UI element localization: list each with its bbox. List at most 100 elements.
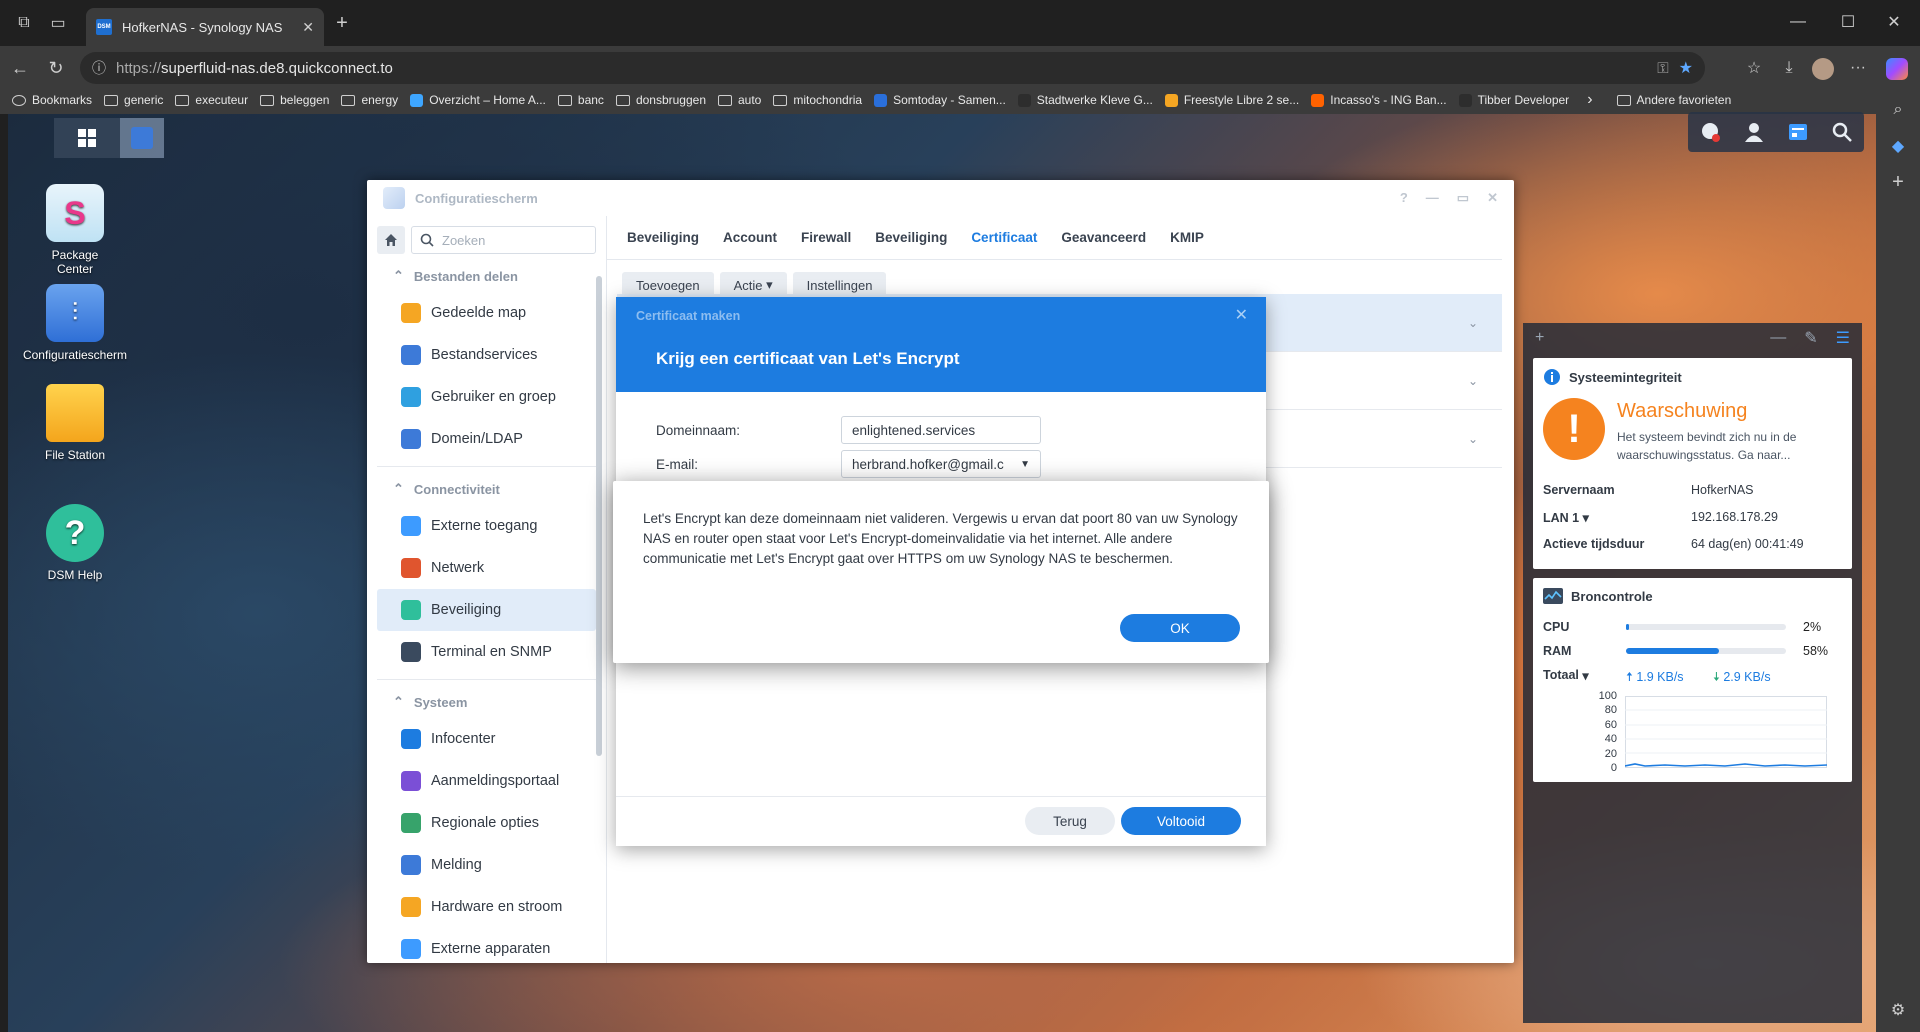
favorites-icon[interactable]: ☆ xyxy=(1740,54,1768,82)
workspaces-icon[interactable]: ⧉ xyxy=(10,9,38,37)
favorite-star-icon[interactable]: ★ xyxy=(1679,58,1693,78)
ok-button[interactable]: OK xyxy=(1120,614,1240,642)
bookmark-item[interactable]: Tibber Developer xyxy=(1458,93,1569,107)
notifications-icon[interactable] xyxy=(1696,118,1724,146)
help-icon[interactable]: ? xyxy=(1400,190,1408,206)
bookmark-item[interactable]: banc xyxy=(557,93,604,107)
bookmark-item[interactable]: donsbruggen xyxy=(615,93,706,107)
tab-geavanceerd[interactable]: Geavanceerd xyxy=(1061,216,1146,260)
bookmark-item[interactable]: Overzicht – Home A... xyxy=(410,93,546,107)
desktop-icon-control-panel[interactable]: ⫶ Configuratiescherm xyxy=(15,284,135,362)
tab-kmip[interactable]: KMIP xyxy=(1170,216,1204,260)
chevron-down-icon[interactable]: ⌄ xyxy=(1468,374,1478,388)
home-button[interactable] xyxy=(377,226,405,254)
close-tab-icon[interactable]: ✕ xyxy=(302,19,314,36)
sidebar-item-gedeelde-map[interactable]: Gedeelde map xyxy=(377,292,596,334)
sidebar-item-hardware-en-stroom[interactable]: Hardware en stroom xyxy=(377,886,596,928)
reload-icon[interactable]: ↻ xyxy=(42,54,70,82)
site-info-icon[interactable]: ⓘ xyxy=(92,58,106,78)
new-tab-icon[interactable]: + xyxy=(328,9,356,37)
more-menu-icon[interactable]: ··· xyxy=(1844,54,1872,82)
wizard-close-icon[interactable]: ✕ xyxy=(1235,305,1248,325)
sidebar-item-externe-apparaten[interactable]: Externe apparaten xyxy=(377,928,596,963)
bookmarks-overflow-icon[interactable]: › xyxy=(1587,91,1592,109)
sidebar-item-infocenter[interactable]: Infocenter xyxy=(377,718,596,760)
sidebar-item-externe-toegang[interactable]: Externe toegang xyxy=(377,505,596,547)
copilot-icon[interactable] xyxy=(1886,58,1908,80)
add-widget-icon[interactable]: + xyxy=(1535,329,1544,347)
sidebar-item-regionale-opties[interactable]: Regionale opties xyxy=(377,802,596,844)
sidebar-item-gebruiker-en-groep[interactable]: Gebruiker en groep xyxy=(377,376,596,418)
back-icon[interactable]: ← xyxy=(6,54,34,82)
sidebar-scrollbar[interactable] xyxy=(596,276,602,756)
sidebar-section-header[interactable]: ⌃ Bestanden delen xyxy=(367,260,606,292)
chevron-down-icon[interactable]: ⌄ xyxy=(1468,432,1478,446)
bookmark-item[interactable]: generic xyxy=(104,93,163,107)
sidebar-item-aanmeldingsportaal[interactable]: Aanmeldingsportaal xyxy=(377,760,596,802)
user-icon[interactable] xyxy=(1740,118,1768,146)
sidebar-item-melding[interactable]: Melding xyxy=(377,844,596,886)
tab-beveiliging[interactable]: Beveiliging xyxy=(875,216,947,260)
tab-certificaat[interactable]: Certificaat xyxy=(971,216,1037,260)
profile-avatar[interactable] xyxy=(1812,58,1834,80)
sidebar-item-netwerk[interactable]: Netwerk xyxy=(377,547,596,589)
minimize-icon[interactable]: — xyxy=(1426,190,1439,206)
sidebar-item-beveiliging[interactable]: Beveiliging xyxy=(377,589,596,631)
maximize-window-icon[interactable]: ☐ xyxy=(1834,8,1862,36)
total-selector[interactable]: Totaal ▾ xyxy=(1543,668,1589,683)
bookmark-item[interactable]: Freestyle Libre 2 se... xyxy=(1164,93,1299,107)
email-field[interactable]: herbrand.hofker@gmail.c ▼ xyxy=(841,450,1041,478)
taskbar-control-panel-button[interactable] xyxy=(120,118,164,158)
finish-button[interactable]: Voltooid xyxy=(1121,807,1241,835)
sidebar-item-terminal-en-snmp[interactable]: Terminal en SNMP xyxy=(377,631,596,673)
close-window-icon[interactable]: ✕ xyxy=(1880,8,1908,36)
address-bar[interactable]: ⓘ https://superfluid-nas.de8.quickconnec… xyxy=(80,52,1705,84)
bookmark-item[interactable]: mitochondria xyxy=(773,93,862,107)
tab-beveiliging[interactable]: Beveiliging xyxy=(627,216,699,260)
search-icon[interactable] xyxy=(1828,118,1856,146)
main-menu-button[interactable] xyxy=(54,118,120,158)
close-icon[interactable]: ✕ xyxy=(1487,190,1498,206)
dropdown-arrow-icon[interactable]: ▼ xyxy=(1020,459,1030,470)
widget-menu-icon[interactable]: ☰ xyxy=(1836,328,1850,348)
bookmark-item[interactable]: beleggen xyxy=(260,93,329,107)
chevron-down-icon[interactable]: ⌄ xyxy=(1468,316,1478,330)
sidebar-add-icon[interactable]: + xyxy=(1876,164,1920,200)
sidebar-section-header[interactable]: ⌃ Systeem xyxy=(367,686,606,718)
bookmark-item[interactable]: Somtoday - Samen... xyxy=(874,93,1006,107)
sidebar-settings-icon[interactable]: ⚙ xyxy=(1876,992,1920,1028)
back-button[interactable]: Terug xyxy=(1025,807,1115,835)
minimize-window-icon[interactable]: — xyxy=(1784,8,1812,36)
pin-widget-icon[interactable]: ✎ xyxy=(1804,328,1817,348)
sidebar-section-header[interactable]: ⌃ Connectiviteit xyxy=(367,473,606,505)
other-favorites[interactable]: Andere favorieten xyxy=(1616,93,1731,107)
password-key-icon[interactable]: ⚿ xyxy=(1657,60,1668,77)
window-titlebar[interactable]: Configuratiescherm ? — ▭ ✕ xyxy=(367,180,1514,216)
maximize-icon[interactable]: ▭ xyxy=(1457,190,1469,206)
bookmark-item[interactable]: Incasso's - ING Ban... xyxy=(1311,93,1447,107)
search-box[interactable] xyxy=(411,226,596,254)
sidebar-item-bestandservices[interactable]: Bestandservices xyxy=(377,334,596,376)
bookmark-item[interactable]: energy xyxy=(341,93,398,107)
sidebar-item-domein-ldap[interactable]: Domein/LDAP xyxy=(377,418,596,460)
domain-field[interactable]: enlightened.services xyxy=(841,416,1041,444)
sidebar-tag-icon[interactable]: ◆ xyxy=(1876,128,1920,164)
sidebar-search-icon[interactable]: ⌕ xyxy=(1876,92,1920,128)
browser-tab[interactable]: DSM HofkerNAS - Synology NAS ✕ xyxy=(86,8,324,46)
bookmark-item[interactable]: executeur xyxy=(175,93,248,107)
widgets-icon[interactable] xyxy=(1784,118,1812,146)
tab-firewall[interactable]: Firewall xyxy=(801,216,851,260)
bookmark-item[interactable]: Bookmarks xyxy=(12,93,92,107)
collapse-widget-icon[interactable]: — xyxy=(1770,329,1786,347)
desktop-icon-package-center[interactable]: S Package Center xyxy=(15,184,135,276)
lan-selector[interactable]: LAN 1 ▾ xyxy=(1543,510,1691,525)
bookmark-item[interactable]: auto xyxy=(718,93,761,107)
lan-value: 192.168.178.29 xyxy=(1691,510,1778,524)
tab-account[interactable]: Account xyxy=(723,216,777,260)
desktop-icon-file-station[interactable]: File Station xyxy=(15,384,135,462)
desktop-icon-dsm-help[interactable]: ? DSM Help xyxy=(15,504,135,582)
downloads-icon[interactable]: ⤓ xyxy=(1775,54,1803,82)
search-input[interactable] xyxy=(442,232,572,248)
tab-actions-icon[interactable]: ▭ xyxy=(44,9,72,37)
bookmark-item[interactable]: Stadtwerke Kleve G... xyxy=(1017,93,1153,107)
